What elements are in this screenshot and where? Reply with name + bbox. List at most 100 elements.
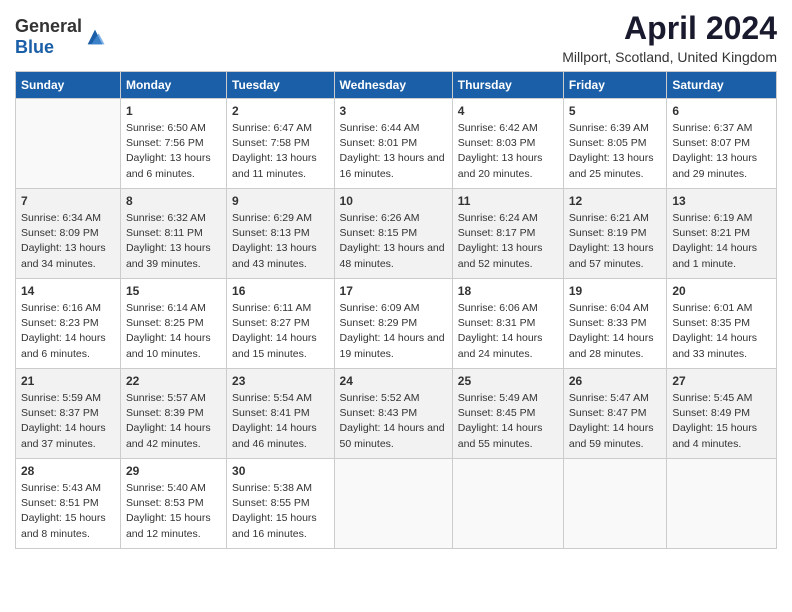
day-header-saturday: Saturday (667, 72, 777, 99)
calendar-cell: 19 Sunrise: 6:04 AMSunset: 8:33 PMDayligh… (563, 279, 667, 369)
calendar-cell: 8 Sunrise: 6:32 AMSunset: 8:11 PMDaylight… (120, 189, 226, 279)
cell-info: Sunrise: 6:24 AMSunset: 8:17 PMDaylight:… (458, 211, 558, 272)
day-header-monday: Monday (120, 72, 226, 99)
calendar-cell: 29 Sunrise: 5:40 AMSunset: 8:53 PMDayligh… (120, 459, 226, 549)
calendar-cell: 7 Sunrise: 6:34 AMSunset: 8:09 PMDaylight… (16, 189, 121, 279)
calendar-cell: 1 Sunrise: 6:50 AMSunset: 7:56 PMDaylight… (120, 99, 226, 189)
day-number: 3 (340, 104, 447, 118)
calendar-cell: 9Sunrise: 6:29 AMSunset: 8:13 PMDaylight… (227, 189, 335, 279)
cell-info: Sunrise: 5:57 AMSunset: 8:39 PMDaylight:… (126, 391, 221, 452)
cell-info: Sunrise: 6:44 AMSunset: 8:01 PMDaylight:… (340, 121, 447, 182)
day-number: 25 (458, 374, 558, 388)
day-number: 7 (21, 194, 115, 208)
day-number: 27 (672, 374, 771, 388)
day-number: 28 (21, 464, 115, 478)
cell-info: Sunrise: 6:37 AMSunset: 8:07 PMDaylight:… (672, 121, 771, 182)
day-number: 1 (126, 104, 221, 118)
calendar-cell: 11 Sunrise: 6:24 AMSunset: 8:17 PMDayligh… (452, 189, 563, 279)
days-header-row: SundayMondayTuesdayWednesdayThursdayFrid… (16, 72, 777, 99)
calendar-cell: 15 Sunrise: 6:14 AMSunset: 8:25 PMDayligh… (120, 279, 226, 369)
day-number: 11 (458, 194, 558, 208)
calendar-cell: 14Sunrise: 6:16 AMSunset: 8:23 PMDayligh… (16, 279, 121, 369)
cell-info: Sunrise: 6:39 AMSunset: 8:05 PMDaylight:… (569, 121, 662, 182)
calendar-cell: 18Sunrise: 6:06 AMSunset: 8:31 PMDayligh… (452, 279, 563, 369)
calendar-cell (452, 459, 563, 549)
day-number: 4 (458, 104, 558, 118)
calendar-cell (563, 459, 667, 549)
cell-info: Sunrise: 6:26 AMSunset: 8:15 PMDaylight:… (340, 211, 447, 272)
week-row-5: 28 Sunrise: 5:43 AMSunset: 8:51 PMDayligh… (16, 459, 777, 549)
day-number: 6 (672, 104, 771, 118)
cell-info: Sunrise: 6:04 AMSunset: 8:33 PMDaylight:… (569, 301, 662, 362)
calendar-cell (16, 99, 121, 189)
day-header-thursday: Thursday (452, 72, 563, 99)
day-number: 10 (340, 194, 447, 208)
day-number: 15 (126, 284, 221, 298)
day-header-sunday: Sunday (16, 72, 121, 99)
cell-info: Sunrise: 5:40 AMSunset: 8:53 PMDaylight:… (126, 481, 221, 542)
cell-info: Sunrise: 6:11 AMSunset: 8:27 PMDaylight:… (232, 301, 329, 362)
calendar-cell: 27Sunrise: 5:45 AMSunset: 8:49 PMDayligh… (667, 369, 777, 459)
week-row-2: 7 Sunrise: 6:34 AMSunset: 8:09 PMDaylight… (16, 189, 777, 279)
calendar-cell: 16 Sunrise: 6:11 AMSunset: 8:27 PMDayligh… (227, 279, 335, 369)
calendar-cell: 2 Sunrise: 6:47 AMSunset: 7:58 PMDaylight… (227, 99, 335, 189)
day-number: 23 (232, 374, 329, 388)
day-header-friday: Friday (563, 72, 667, 99)
day-number: 30 (232, 464, 329, 478)
day-number: 9 (232, 194, 329, 208)
cell-info: Sunrise: 5:54 AMSunset: 8:41 PMDaylight:… (232, 391, 329, 452)
cell-info: Sunrise: 5:49 AMSunset: 8:45 PMDaylight:… (458, 391, 558, 452)
week-row-1: 1 Sunrise: 6:50 AMSunset: 7:56 PMDaylight… (16, 99, 777, 189)
week-row-3: 14Sunrise: 6:16 AMSunset: 8:23 PMDayligh… (16, 279, 777, 369)
calendar-cell: 3 Sunrise: 6:44 AMSunset: 8:01 PMDaylight… (334, 99, 452, 189)
day-number: 17 (340, 284, 447, 298)
logo: General Blue (15, 16, 106, 58)
day-number: 21 (21, 374, 115, 388)
cell-info: Sunrise: 5:52 AMSunset: 8:43 PMDaylight:… (340, 391, 447, 452)
calendar-cell: 12Sunrise: 6:21 AMSunset: 8:19 PMDayligh… (563, 189, 667, 279)
calendar-cell: 26Sunrise: 5:47 AMSunset: 8:47 PMDayligh… (563, 369, 667, 459)
calendar-cell: 21Sunrise: 5:59 AMSunset: 8:37 PMDayligh… (16, 369, 121, 459)
calendar-table: SundayMondayTuesdayWednesdayThursdayFrid… (15, 71, 777, 549)
day-number: 8 (126, 194, 221, 208)
title-area: April 2024 Millport, Scotland, United Ki… (562, 10, 777, 65)
day-number: 13 (672, 194, 771, 208)
calendar-cell: 6 Sunrise: 6:37 AMSunset: 8:07 PMDaylight… (667, 99, 777, 189)
day-number: 5 (569, 104, 662, 118)
day-number: 2 (232, 104, 329, 118)
cell-info: Sunrise: 6:16 AMSunset: 8:23 PMDaylight:… (21, 301, 115, 362)
logo-general: General (15, 16, 82, 36)
day-number: 19 (569, 284, 662, 298)
cell-info: Sunrise: 6:09 AMSunset: 8:29 PMDaylight:… (340, 301, 447, 362)
cell-info: Sunrise: 5:43 AMSunset: 8:51 PMDaylight:… (21, 481, 115, 542)
day-header-wednesday: Wednesday (334, 72, 452, 99)
calendar-cell: 30 Sunrise: 5:38 AMSunset: 8:55 PMDayligh… (227, 459, 335, 549)
calendar-cell (667, 459, 777, 549)
day-number: 16 (232, 284, 329, 298)
day-header-tuesday: Tuesday (227, 72, 335, 99)
calendar-cell: 20Sunrise: 6:01 AMSunset: 8:35 PMDayligh… (667, 279, 777, 369)
cell-info: Sunrise: 6:14 AMSunset: 8:25 PMDaylight:… (126, 301, 221, 362)
calendar-cell: 22Sunrise: 5:57 AMSunset: 8:39 PMDayligh… (120, 369, 226, 459)
cell-info: Sunrise: 6:32 AMSunset: 8:11 PMDaylight:… (126, 211, 221, 272)
cell-info: Sunrise: 6:42 AMSunset: 8:03 PMDaylight:… (458, 121, 558, 182)
calendar-cell: 13Sunrise: 6:19 AMSunset: 8:21 PMDayligh… (667, 189, 777, 279)
day-number: 20 (672, 284, 771, 298)
calendar-cell: 5 Sunrise: 6:39 AMSunset: 8:05 PMDaylight… (563, 99, 667, 189)
day-number: 29 (126, 464, 221, 478)
cell-info: Sunrise: 6:50 AMSunset: 7:56 PMDaylight:… (126, 121, 221, 182)
calendar-cell: 25 Sunrise: 5:49 AMSunset: 8:45 PMDayligh… (452, 369, 563, 459)
cell-info: Sunrise: 6:47 AMSunset: 7:58 PMDaylight:… (232, 121, 329, 182)
week-row-4: 21Sunrise: 5:59 AMSunset: 8:37 PMDayligh… (16, 369, 777, 459)
calendar-cell: 23 Sunrise: 5:54 AMSunset: 8:41 PMDayligh… (227, 369, 335, 459)
cell-info: Sunrise: 5:38 AMSunset: 8:55 PMDaylight:… (232, 481, 329, 542)
calendar-cell: 10 Sunrise: 6:26 AMSunset: 8:15 PMDayligh… (334, 189, 452, 279)
day-number: 18 (458, 284, 558, 298)
day-number: 12 (569, 194, 662, 208)
day-number: 24 (340, 374, 447, 388)
cell-info: Sunrise: 6:34 AMSunset: 8:09 PMDaylight:… (21, 211, 115, 272)
logo-icon (84, 26, 106, 48)
cell-info: Sunrise: 5:47 AMSunset: 8:47 PMDaylight:… (569, 391, 662, 452)
calendar-cell: 4 Sunrise: 6:42 AMSunset: 8:03 PMDaylight… (452, 99, 563, 189)
main-title: April 2024 (562, 10, 777, 47)
